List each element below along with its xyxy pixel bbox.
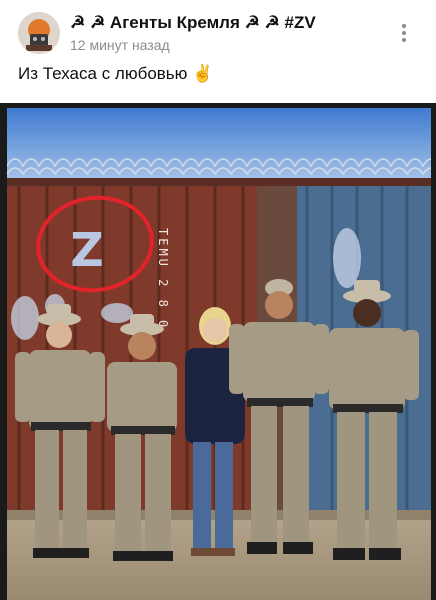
avatar-image	[18, 12, 60, 54]
container-code: TEMU 2 8 0	[156, 228, 170, 330]
post-photo-frame[interactable]: Z TEMU 2 8 0	[0, 103, 436, 600]
post-photo[interactable]: Z TEMU 2 8 0	[7, 108, 431, 600]
channel-name[interactable]: ☭ ☭ Агенты Кремля ☭ ☭ #ZV	[70, 13, 316, 33]
post-text: Из Техаса с любовью ✌️	[18, 64, 214, 83]
more-vertical-icon[interactable]	[392, 18, 416, 48]
sky	[7, 108, 431, 183]
menu-dot	[402, 31, 406, 35]
container-roof	[7, 178, 431, 186]
z-graffiti: Z	[70, 223, 103, 277]
channel-avatar[interactable]	[18, 12, 60, 54]
menu-dot	[402, 38, 406, 42]
menu-dot	[402, 24, 406, 28]
post-timestamp[interactable]: 12 минут назад	[70, 37, 170, 53]
post-header: ☭ ☭ Агенты Кремля ☭ ☭ #ZV 12 минут назад	[0, 0, 436, 60]
